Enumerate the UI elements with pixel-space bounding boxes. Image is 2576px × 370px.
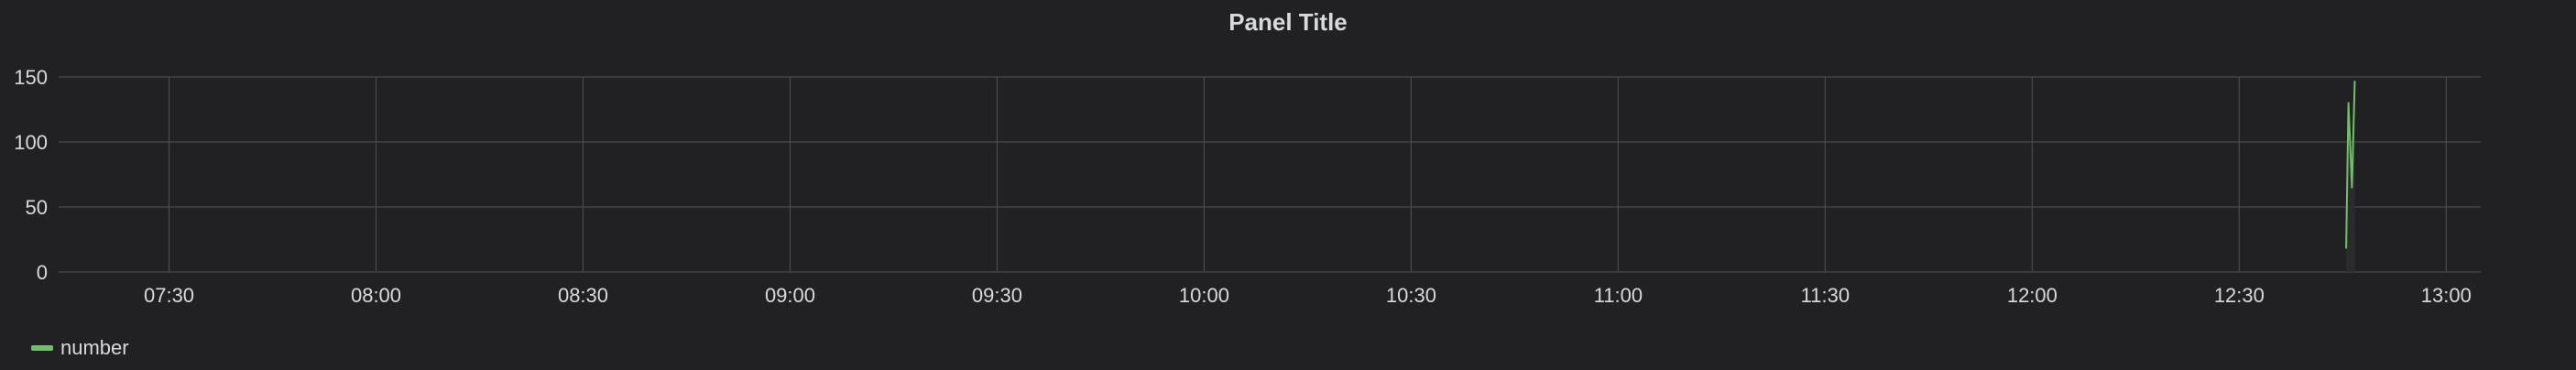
- y-tick-label: 0: [37, 261, 48, 284]
- x-tick-label: 08:30: [558, 284, 608, 307]
- x-tick-label: 11:00: [1594, 284, 1643, 307]
- x-tick-label: 08:00: [351, 284, 401, 307]
- chart-plot-area: 0 50 100 150 07:30 08:00 08:30 09:00 09:30 10:00 1…: [14, 66, 2481, 307]
- x-tick-label: 12:30: [2214, 284, 2265, 307]
- axis-labels: 0 50 100 150 07:30 08:00 08:30 09:00 09:30 10:00 1…: [14, 66, 2472, 307]
- series-lines: [2345, 81, 2356, 272]
- legend: number: [31, 332, 129, 365]
- x-tick-label: 11:30: [1801, 284, 1850, 307]
- y-tick-label: 50: [26, 196, 48, 219]
- x-tick-label: 09:00: [765, 284, 815, 307]
- x-tick-label: 10:30: [1386, 284, 1436, 307]
- x-tick-label: 09:30: [972, 284, 1022, 307]
- x-tick-label: 13:00: [2421, 284, 2472, 307]
- graph-panel: Panel Title 0 50 100 150 07:30 08:00 08:30 09:0…: [0, 0, 2576, 370]
- y-tick-label: 150: [14, 66, 48, 89]
- x-tick-label: 07:30: [144, 284, 194, 307]
- x-tick-label: 12:00: [2007, 284, 2058, 307]
- x-tick-label: 10:00: [1179, 284, 1229, 307]
- legend-swatch-number: [31, 345, 53, 351]
- grid-lines: [59, 76, 2481, 273]
- legend-label-number[interactable]: number: [60, 336, 129, 360]
- y-tick-label: 100: [14, 131, 48, 154]
